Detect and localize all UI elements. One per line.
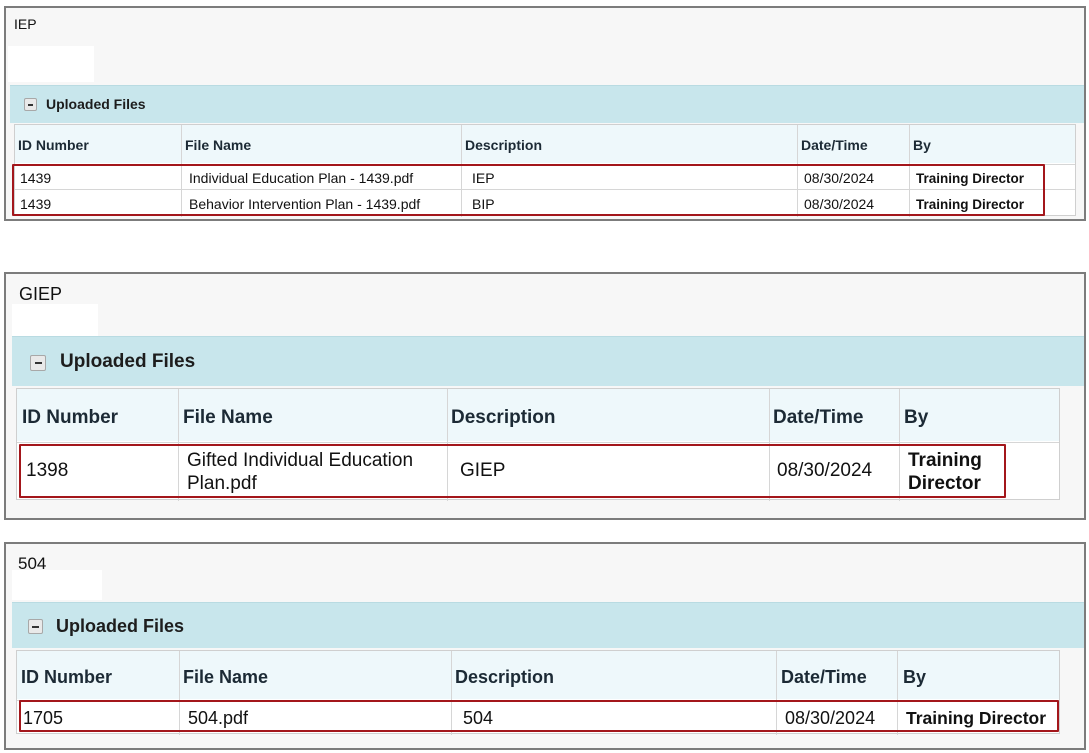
cell-id: 1439 (20, 196, 52, 212)
cell-file-name[interactable]: Individual Education Plan - 1439.pdf (189, 170, 413, 186)
col-file-name[interactable]: File Name (183, 407, 273, 429)
by-line: Director (908, 473, 981, 494)
uploaded-files-header[interactable]: Uploaded Files (10, 85, 1084, 123)
uploaded-files-table: ID Number File Name Description Date/Tim… (14, 124, 1076, 217)
col-id-number[interactable]: ID Number (18, 137, 89, 153)
col-description[interactable]: Description (451, 407, 556, 429)
col-by[interactable]: By (903, 667, 926, 688)
file-name-line: Plan.pdf (187, 473, 257, 494)
uploaded-files-header[interactable]: Uploaded Files (12, 336, 1084, 386)
cell-description: BIP (472, 196, 495, 212)
cell-by: Training Director (908, 449, 982, 495)
cell-by: Training Director (916, 197, 1025, 212)
cell-file-name[interactable]: 504.pdf (188, 708, 248, 729)
cell-file-name[interactable]: Behavior Intervention Plan - 1439.pdf (189, 196, 420, 212)
blank-field (8, 46, 94, 82)
cell-file-name[interactable]: Gifted Individual Education Plan.pdf (187, 449, 413, 495)
col-id-number[interactable]: ID Number (21, 667, 112, 688)
cell-id: 1705 (23, 708, 64, 728)
col-id-number[interactable]: ID Number (22, 407, 118, 429)
cell-date: 08/30/2024 (804, 196, 875, 212)
cell-by: Training Director (916, 171, 1025, 186)
uploaded-files-header[interactable]: Uploaded Files (12, 602, 1084, 648)
cell-date: 08/30/2024 (785, 708, 876, 728)
cell-description: GIEP (460, 460, 506, 481)
file-name-line: Gifted Individual Education (187, 450, 414, 471)
collapse-icon[interactable] (24, 98, 37, 111)
cell-description: IEP (472, 170, 495, 186)
col-file-name[interactable]: File Name (185, 137, 251, 153)
col-file-name[interactable]: File Name (183, 667, 268, 688)
cell-by: Training Director (906, 708, 1047, 728)
section-title: Uploaded Files (56, 616, 185, 636)
col-description[interactable]: Description (455, 667, 554, 688)
uploaded-files-table: ID Number File Name Description Date/Tim… (16, 650, 1060, 735)
giep-panel: GIEP Uploaded Files ID Number File Name … (4, 272, 1086, 520)
col-date-time[interactable]: Date/Time (773, 407, 863, 429)
section-title: Uploaded Files (46, 96, 146, 112)
section-title: Uploaded Files (60, 351, 196, 372)
col-date-time[interactable]: Date/Time (781, 667, 867, 688)
collapse-icon[interactable] (28, 619, 43, 634)
panel-title: GIEP (19, 284, 63, 304)
panel-title: IEP (14, 16, 37, 32)
by-line: Training (908, 450, 982, 471)
cell-id: 1439 (20, 170, 52, 186)
blank-field (12, 570, 102, 600)
col-by[interactable]: By (904, 407, 928, 429)
cell-id: 1398 (26, 460, 69, 481)
uploaded-files-table: ID Number File Name Description Date/Tim… (16, 388, 1060, 501)
blank-field (12, 304, 98, 336)
col-date-time[interactable]: Date/Time (801, 137, 868, 153)
col-description[interactable]: Description (465, 137, 542, 153)
504-panel: 504 Uploaded Files ID Number File Name D… (4, 542, 1086, 750)
cell-date: 08/30/2024 (777, 460, 873, 481)
iep-panel: IEP Uploaded Files ID Number File Name D… (4, 6, 1086, 221)
cell-date: 08/30/2024 (804, 170, 875, 186)
collapse-icon[interactable] (30, 355, 46, 371)
cell-description: 504 (463, 708, 494, 728)
col-by[interactable]: By (913, 137, 931, 153)
